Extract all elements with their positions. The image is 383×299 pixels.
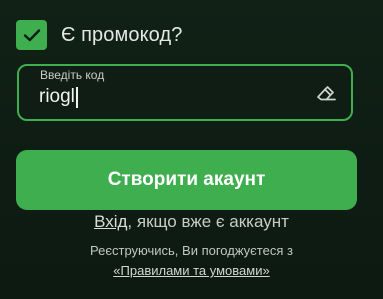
signup-panel: Є промокод? Введіть код riogl Створити а… — [0, 0, 383, 299]
clear-button[interactable] — [313, 81, 339, 105]
text-caret — [75, 86, 78, 108]
terms-link[interactable]: «Правилами та умовами» — [113, 263, 269, 278]
eraser-icon — [317, 86, 336, 101]
promo-checkbox-row[interactable]: Є промокод? — [16, 20, 182, 50]
promo-label: Є промокод? — [61, 23, 183, 46]
login-prompt: Вхід, якщо вже є аккаунт — [0, 212, 383, 232]
create-account-button[interactable]: Створити акаунт — [16, 150, 357, 210]
terms-line: «Правилами та умовами» — [0, 263, 383, 278]
promo-checkbox[interactable] — [16, 20, 47, 50]
terms-text: Реєструючись, Ви погоджуєтеся з — [90, 243, 293, 258]
promo-code-label: Введіть код — [40, 68, 105, 82]
promo-code-value: riogl — [39, 86, 75, 107]
login-prompt-text: , якщо вже є аккаунт — [127, 212, 289, 231]
promo-code-field[interactable]: Введіть код riogl — [17, 64, 353, 121]
check-icon — [23, 29, 40, 42]
promo-code-input[interactable]: riogl — [39, 86, 78, 108]
login-link[interactable]: Вхід — [94, 212, 127, 231]
